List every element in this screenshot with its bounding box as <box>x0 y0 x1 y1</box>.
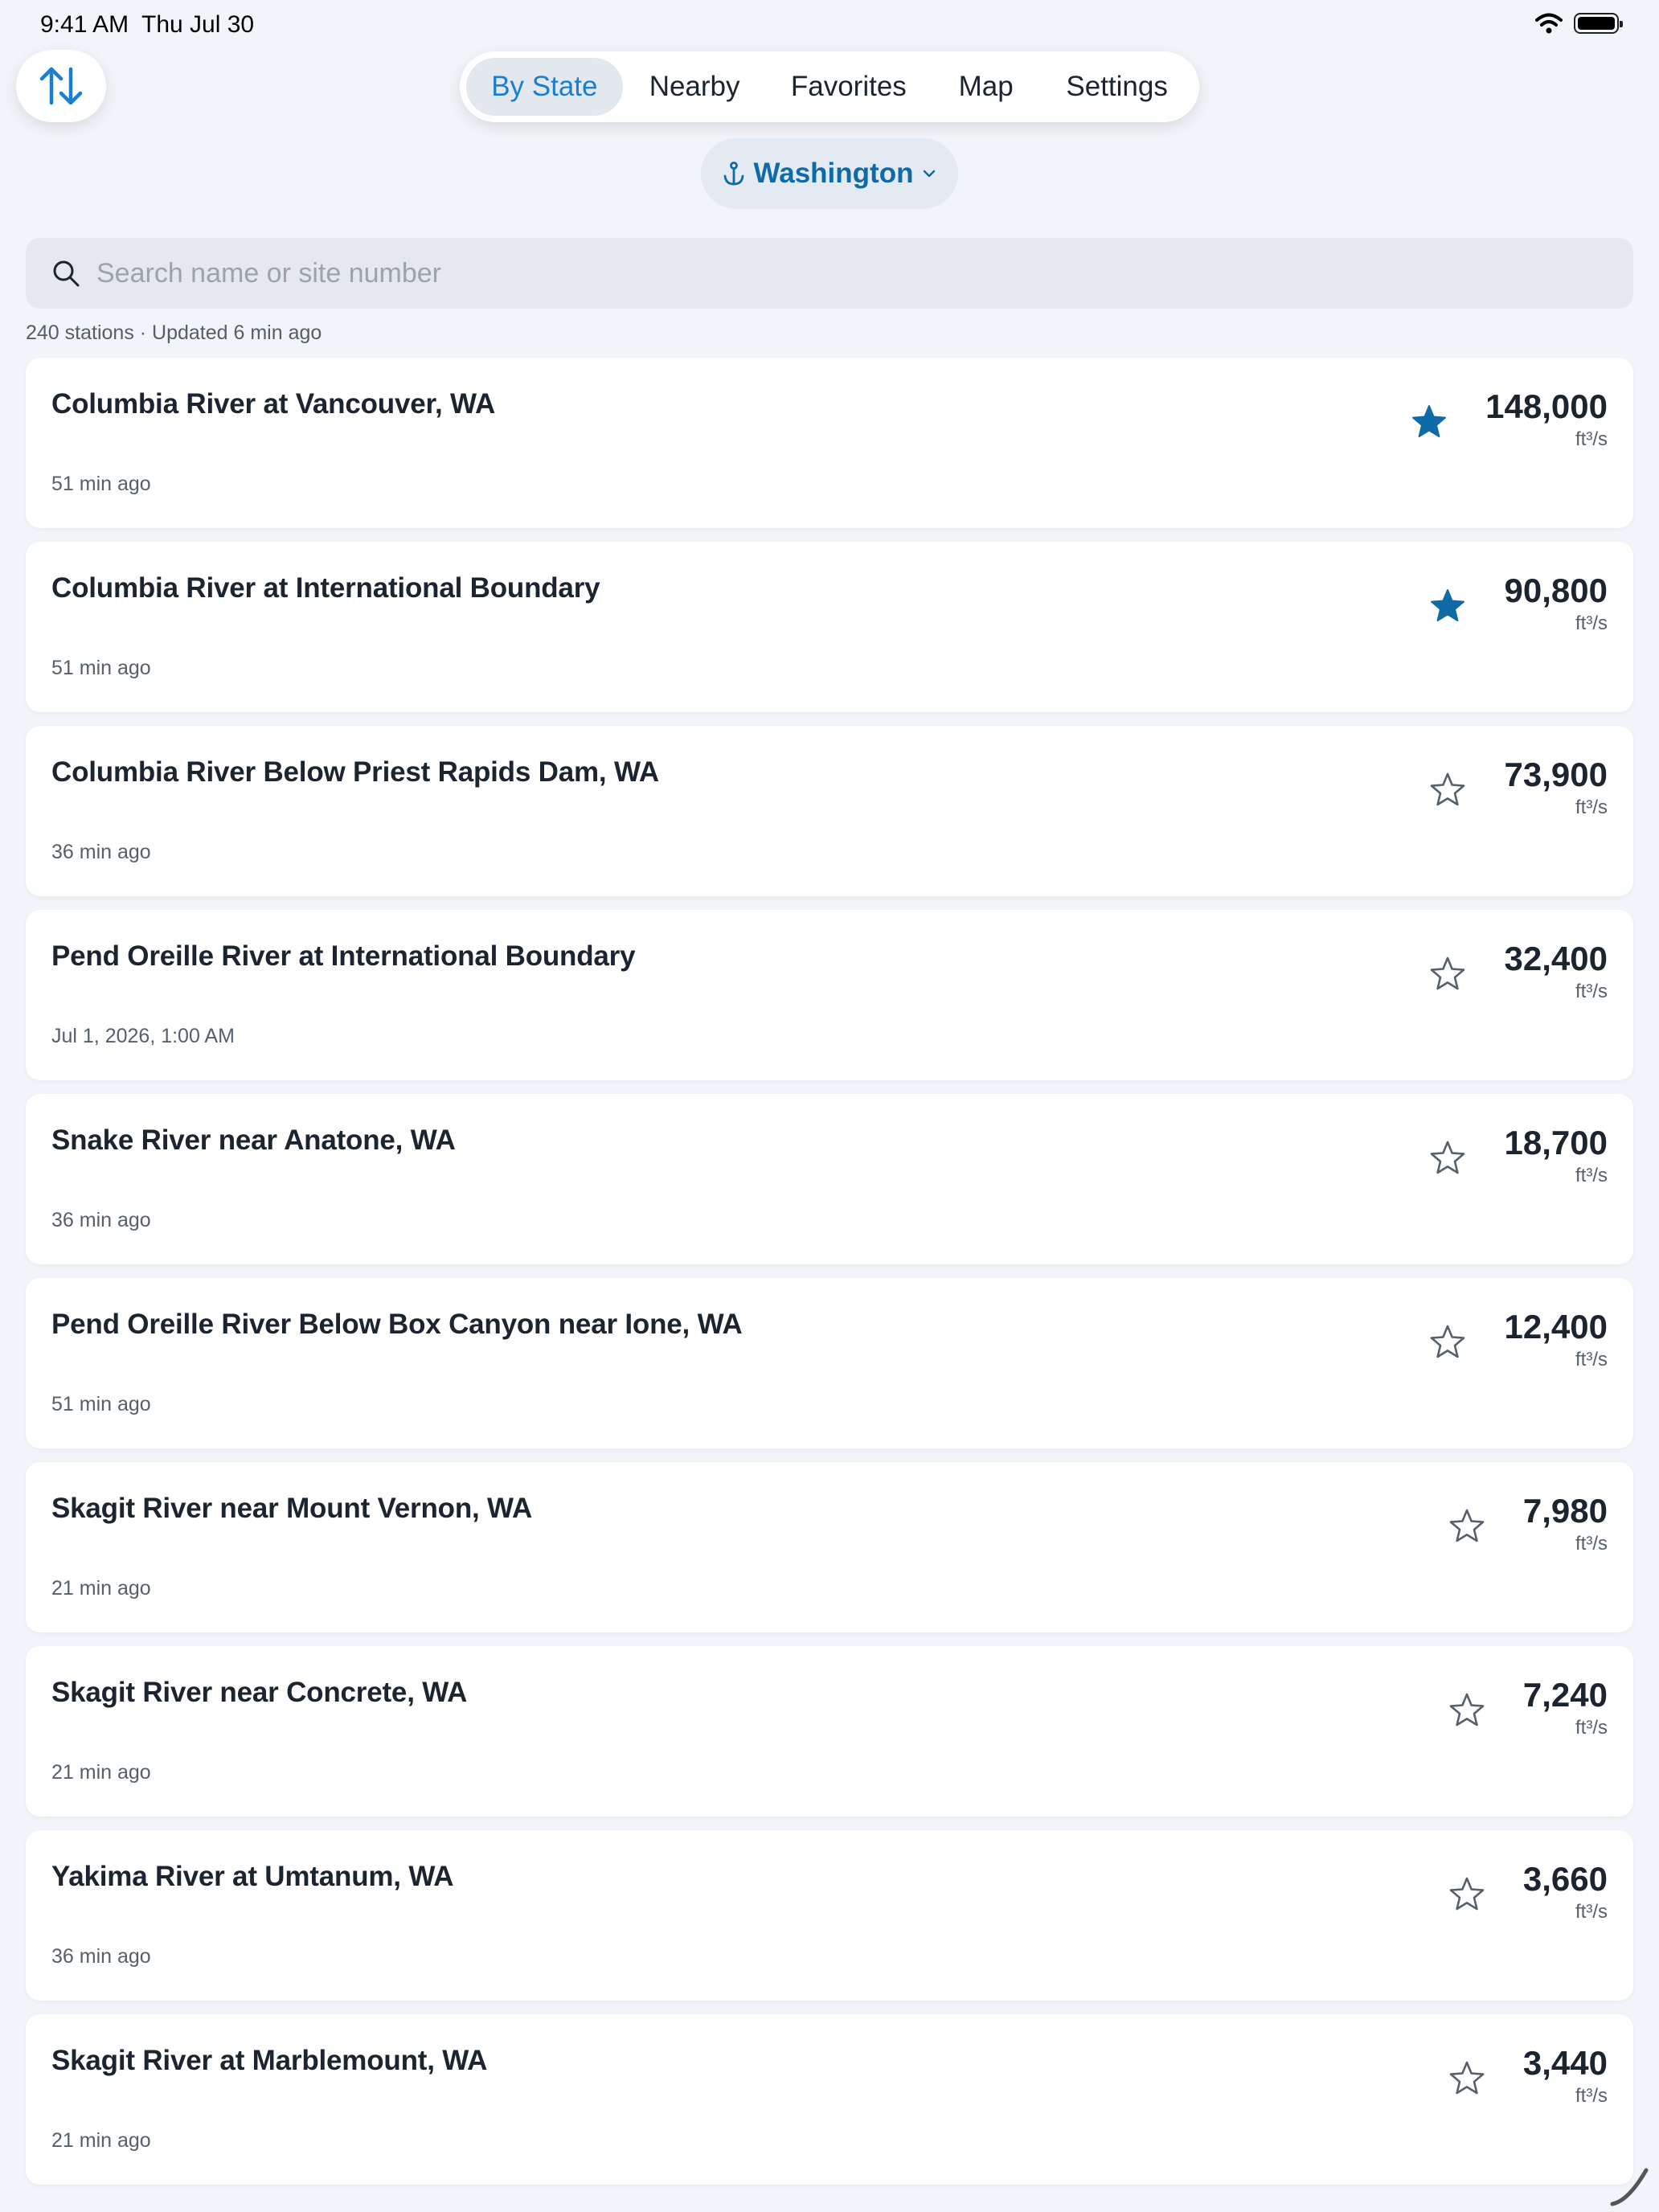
station-updated-time: 51 min ago <box>51 473 151 495</box>
station-card[interactable]: Snake River near Anatone, WA 36 min ago 18… <box>26 1094 1633 1264</box>
anchor-icon <box>723 162 743 186</box>
station-updated-time: 21 min ago <box>51 1761 151 1784</box>
status-time: 9:41 AM <box>40 11 129 38</box>
station-updated-time: Jul 1, 2026, 1:00 AM <box>51 1025 235 1047</box>
flow-unit: ft³/s <box>1575 1717 1608 1739</box>
flow-unit: ft³/s <box>1575 981 1608 1002</box>
star-outline-icon[interactable] <box>1428 771 1467 809</box>
flow-value: 32,400 <box>1504 940 1608 977</box>
station-updated-time: 36 min ago <box>51 1209 151 1231</box>
star-filled-icon[interactable] <box>1410 403 1448 441</box>
station-updated-time: 21 min ago <box>51 1577 151 1600</box>
flow-unit: ft³/s <box>1575 1901 1608 1923</box>
flow-unit: ft³/s <box>1575 612 1608 634</box>
battery-icon <box>1574 13 1623 34</box>
star-outline-icon[interactable] <box>1428 955 1467 993</box>
search-icon <box>53 260 80 287</box>
flow-unit: ft³/s <box>1575 1349 1608 1370</box>
chevron-down-icon <box>924 170 936 178</box>
star-outline-icon[interactable] <box>1448 1691 1486 1730</box>
star-outline-icon[interactable] <box>1448 2059 1486 2098</box>
flow-value: 18,700 <box>1504 1124 1608 1161</box>
station-card[interactable]: Columbia River at International Boundary… <box>26 542 1633 712</box>
flow-value: 3,440 <box>1522 2044 1608 2082</box>
tab-by-state[interactable]: By State <box>466 58 623 116</box>
status-icons <box>1535 13 1623 34</box>
station-updated-time: 36 min ago <box>51 841 151 863</box>
station-name: Skagit River at Marblemount, WA <box>51 2045 488 2076</box>
flow-value: 7,240 <box>1522 1676 1608 1714</box>
sort-arrows-icon <box>39 67 83 105</box>
station-name: Skagit River near Concrete, WA <box>51 1677 468 1708</box>
station-name: Columbia River at International Boundary <box>51 572 600 604</box>
sort-button[interactable] <box>16 50 106 122</box>
tab-bar: By State Nearby Favorites Map Settings <box>460 51 1199 122</box>
state-picker[interactable]: Washington <box>701 138 958 209</box>
station-card[interactable]: Pend Oreille River at International Boun… <box>26 910 1633 1080</box>
station-name: Skagit River near Mount Vernon, WA <box>51 1493 533 1524</box>
flow-reading: 7,980 ft³/s <box>1523 1493 1608 1555</box>
flow-reading: 148,000 ft³/s <box>1485 388 1608 451</box>
station-card[interactable]: Yakima River at Umtanum, WA 36 min ago 3,6… <box>26 1830 1633 2001</box>
station-updated-time: 51 min ago <box>51 657 151 679</box>
star-outline-icon[interactable] <box>1448 1875 1486 1914</box>
tab-map[interactable]: Map <box>931 58 1041 116</box>
station-name: Snake River near Anatone, WA <box>51 1124 456 1156</box>
status-date: Thu Jul 30 <box>141 11 255 38</box>
star-outline-icon[interactable] <box>1428 1323 1467 1362</box>
flow-reading: 73,900 ft³/s <box>1505 756 1608 819</box>
search-box[interactable] <box>26 238 1633 309</box>
flow-reading: 90,800 ft³/s <box>1505 572 1608 635</box>
flow-unit: ft³/s <box>1575 1165 1608 1186</box>
flow-value: 148,000 <box>1485 387 1608 425</box>
tab-favorites[interactable]: Favorites <box>767 58 932 116</box>
wifi-icon <box>1535 13 1563 34</box>
flow-unit: ft³/s <box>1575 797 1608 818</box>
search-input[interactable] <box>96 257 1543 289</box>
flow-unit: ft³/s <box>1575 2085 1608 2107</box>
station-list: Columbia River at Vancouver, WA 51 min ag… <box>26 358 1633 2198</box>
flow-value: 3,660 <box>1522 1860 1608 1898</box>
flow-value: 90,800 <box>1504 571 1608 609</box>
flow-reading: 3,660 ft³/s <box>1523 1861 1608 1923</box>
station-updated-time: 51 min ago <box>51 1393 151 1415</box>
status-bar: 9:41 AM Thu Jul 30 <box>0 0 1659 51</box>
star-outline-icon[interactable] <box>1428 1139 1467 1178</box>
star-filled-icon[interactable] <box>1428 587 1467 625</box>
station-name: Yakima River at Umtanum, WA <box>51 1861 454 1892</box>
station-card[interactable]: Columbia River Below Priest Rapids Dam, … <box>26 726 1633 896</box>
flow-reading: 3,440 ft³/s <box>1523 2045 1608 2108</box>
tab-settings[interactable]: Settings <box>1041 58 1193 116</box>
flow-reading: 32,400 ft³/s <box>1505 940 1608 1003</box>
station-name: Pend Oreille River Below Box Canyon near… <box>51 1309 743 1340</box>
flow-reading: 18,700 ft³/s <box>1505 1124 1608 1187</box>
station-updated-time: 21 min ago <box>51 2129 151 2152</box>
state-picker-label: Washington <box>753 158 914 189</box>
flow-value: 12,400 <box>1504 1308 1608 1346</box>
station-name: Columbia River Below Priest Rapids Dam, … <box>51 756 659 788</box>
station-card[interactable]: Skagit River near Mount Vernon, WA 21 min… <box>26 1462 1633 1632</box>
flow-reading: 7,240 ft³/s <box>1523 1677 1608 1739</box>
app-screen: 9:41 AM Thu Jul 30 By State Nearby Favor… <box>0 0 1659 2212</box>
station-name: Pend Oreille River at International Boun… <box>51 940 636 972</box>
station-summary: 240 stations · Updated 6 min ago <box>26 322 322 344</box>
station-card[interactable]: Skagit River at Marblemount, WA 21 min ag… <box>26 2014 1633 2185</box>
star-outline-icon[interactable] <box>1448 1507 1486 1546</box>
station-card[interactable]: Columbia River at Vancouver, WA 51 min ag… <box>26 358 1633 528</box>
flow-value: 73,900 <box>1504 756 1608 793</box>
flow-unit: ft³/s <box>1575 1533 1608 1555</box>
station-updated-time: 36 min ago <box>51 1945 151 1968</box>
tab-nearby[interactable]: Nearby <box>623 58 767 116</box>
station-name: Columbia River at Vancouver, WA <box>51 388 496 420</box>
station-card[interactable]: Pend Oreille River Below Box Canyon near… <box>26 1278 1633 1448</box>
flow-unit: ft³/s <box>1575 428 1608 450</box>
scroll-indicator <box>1610 2168 1649 2206</box>
flow-reading: 12,400 ft³/s <box>1505 1309 1608 1371</box>
station-card[interactable]: Skagit River near Concrete, WA 21 min ago… <box>26 1646 1633 1817</box>
flow-value: 7,980 <box>1522 1492 1608 1530</box>
